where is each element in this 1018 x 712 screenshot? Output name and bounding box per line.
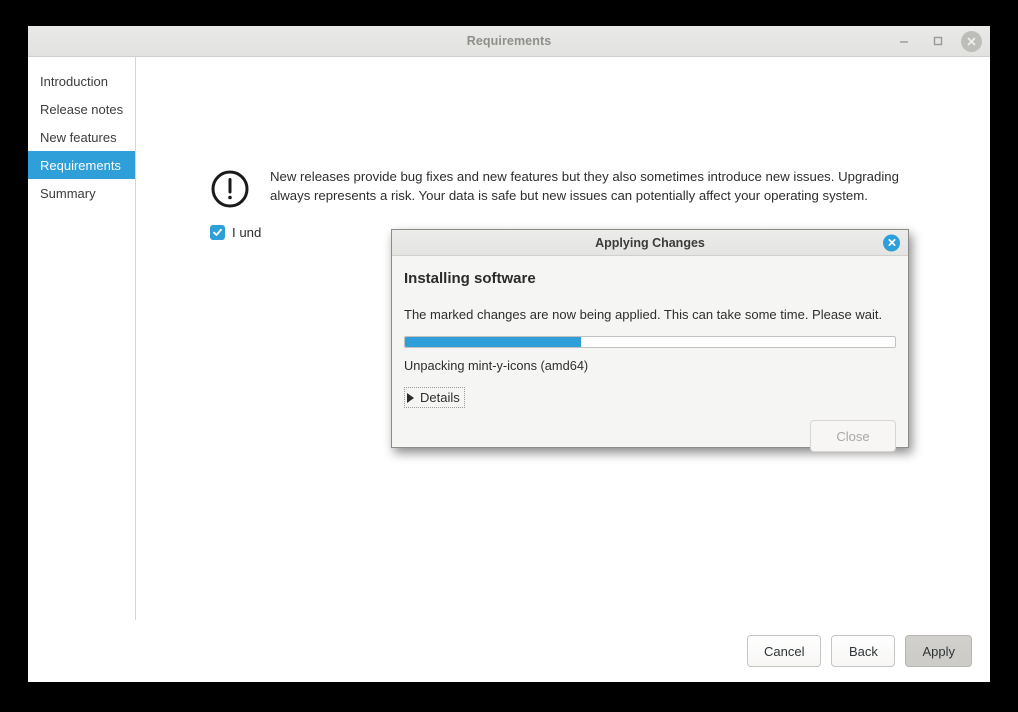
sidebar: Introduction Release notes New features … [28, 57, 136, 620]
wizard-footer: Cancel Back Apply [28, 620, 990, 682]
sidebar-item-label: Introduction [40, 73, 108, 89]
window-titlebar: Requirements [28, 26, 990, 57]
dialog-description: The marked changes are now being applied… [404, 307, 883, 322]
dialog-body: Installing software The marked changes a… [392, 256, 908, 408]
cancel-button[interactable]: Cancel [747, 635, 822, 667]
sidebar-item-new-features[interactable]: New features [28, 123, 135, 151]
sidebar-item-introduction[interactable]: Introduction [28, 67, 135, 95]
chevron-right-icon [407, 392, 414, 403]
sidebar-item-requirements[interactable]: Requirements [28, 151, 135, 179]
understand-checkbox[interactable] [210, 225, 225, 240]
sidebar-item-release-notes[interactable]: Release notes [28, 95, 135, 123]
progress-status-text: Unpacking mint-y-icons (amd64) [404, 358, 589, 373]
main-window: Requirements Introduction Release notes [28, 26, 990, 682]
window-body: Introduction Release notes New features … [28, 57, 990, 620]
sidebar-item-label: Release notes [40, 101, 124, 117]
understand-checkbox-label: I und [232, 225, 262, 240]
sidebar-item-label: New features [40, 129, 117, 145]
dialog-titlebar: Applying Changes [392, 230, 908, 256]
details-label: Details [420, 390, 460, 405]
sidebar-item-summary[interactable]: Summary [28, 179, 135, 207]
dialog-close-button[interactable]: Close [810, 420, 896, 452]
warning-row: New releases provide bug fixes and new f… [210, 167, 950, 214]
sidebar-item-label: Requirements [40, 157, 121, 173]
dialog-footer: Close [392, 408, 908, 464]
minimize-icon[interactable] [893, 30, 915, 52]
dialog-close-icon[interactable] [883, 234, 900, 251]
details-expander[interactable]: Details [404, 387, 465, 408]
window-title: Requirements [466, 34, 552, 48]
dialog-title: Applying Changes [595, 235, 705, 250]
warning-text: New releases provide bug fixes and new f… [270, 169, 899, 203]
maximize-icon[interactable] [927, 30, 949, 52]
applying-changes-dialog: Applying Changes Installing software The… [391, 229, 909, 452]
progress-bar-fill [405, 337, 582, 347]
apply-button[interactable]: Apply [905, 635, 972, 667]
progress-bar [404, 336, 896, 348]
window-controls [893, 26, 982, 56]
content-area: New releases provide bug fixes and new f… [136, 57, 990, 620]
back-button[interactable]: Back [831, 635, 896, 667]
warning-exclamation-icon [210, 169, 250, 214]
understand-checkbox-row[interactable]: I und [210, 225, 261, 240]
close-icon[interactable] [961, 30, 982, 52]
dialog-heading: Installing software [404, 270, 536, 287]
sidebar-item-label: Summary [40, 185, 96, 201]
